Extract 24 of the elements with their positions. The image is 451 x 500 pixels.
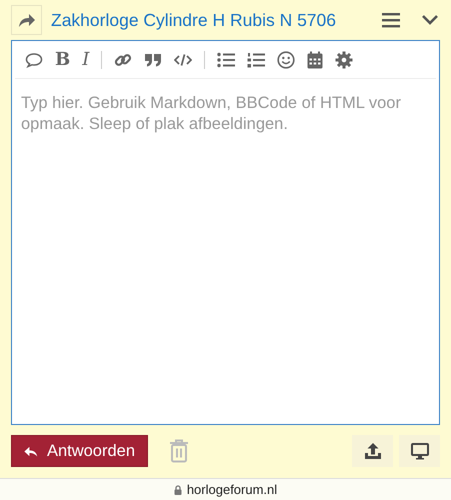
upload-button[interactable] <box>352 435 393 467</box>
menu-icon[interactable] <box>382 12 400 28</box>
monitor-icon <box>410 442 428 460</box>
bulleted-list-icon[interactable] <box>217 52 236 68</box>
message-editor[interactable]: B I Typ hier. Gebruik Markdown, BBCode of HTML voor opmaak. Sleep of plak afbeeldingen. <box>11 40 440 425</box>
format-button[interactable]: I <box>82 50 90 68</box>
address-bar[interactable]: horlogeforum.nl <box>0 478 451 500</box>
smiley-icon[interactable] <box>277 50 296 68</box>
calendar-icon[interactable] <box>307 50 324 68</box>
quote-icon[interactable] <box>144 52 162 68</box>
speech-bubble-icon[interactable] <box>25 52 43 68</box>
numbered-list-icon[interactable] <box>247 52 266 68</box>
format-button[interactable]: B <box>55 50 70 68</box>
topic-title[interactable]: Zakhorloge Cylindre H Rubis N 5706 <box>51 10 361 30</box>
reply-button[interactable]: Antwoorden <box>11 435 148 467</box>
share-arrow-icon <box>18 12 36 28</box>
upload-icon <box>364 442 382 460</box>
code-icon[interactable] <box>174 52 192 66</box>
url-text: horlogeforum.nl <box>186 482 278 497</box>
reply-arrow-button[interactable] <box>11 5 42 35</box>
lock-icon <box>174 484 182 494</box>
preview-button[interactable] <box>399 435 440 467</box>
chevron-down-icon[interactable] <box>421 14 439 26</box>
settings-icon[interactable] <box>335 50 354 68</box>
